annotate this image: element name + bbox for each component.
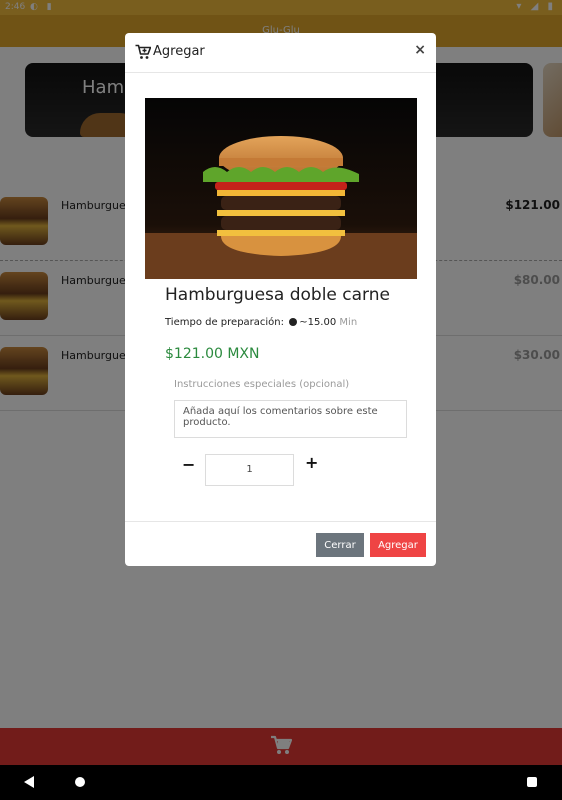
dialog-header: Agregar × <box>125 33 436 73</box>
stopwatch-icon <box>289 318 298 326</box>
dialog-footer: Cerrar Agregar <box>125 521 436 567</box>
product-image <box>145 98 417 279</box>
prep-time-unit: Min <box>339 317 358 328</box>
prep-time-value: ~15.00 <box>299 317 337 328</box>
product-price: $121.00 MXN <box>165 346 260 362</box>
prep-time: Tiempo de preparación: ~15.00 Min <box>165 317 357 328</box>
product-title: Hamburguesa doble carne <box>165 285 390 305</box>
increase-quantity-button[interactable]: + <box>305 453 318 472</box>
instructions-input[interactable] <box>174 400 407 438</box>
cart-plus-icon <box>135 44 151 59</box>
close-icon[interactable]: × <box>414 42 426 58</box>
close-button[interactable]: Cerrar <box>316 533 364 557</box>
add-to-cart-dialog: Agregar × Hamburguesa doble carne Tiempo… <box>125 33 436 566</box>
prep-time-label: Tiempo de preparación: <box>165 317 285 328</box>
add-button[interactable]: Agregar <box>370 533 426 557</box>
decrease-quantity-button[interactable]: − <box>182 455 195 474</box>
home-icon[interactable] <box>75 777 85 787</box>
back-icon[interactable] <box>24 776 34 788</box>
dialog-title: Agregar <box>153 44 205 59</box>
quantity-field[interactable]: 1 <box>205 454 294 486</box>
instructions-label: Instrucciones especiales (opcional) <box>174 379 350 390</box>
recent-apps-icon[interactable] <box>527 777 537 787</box>
